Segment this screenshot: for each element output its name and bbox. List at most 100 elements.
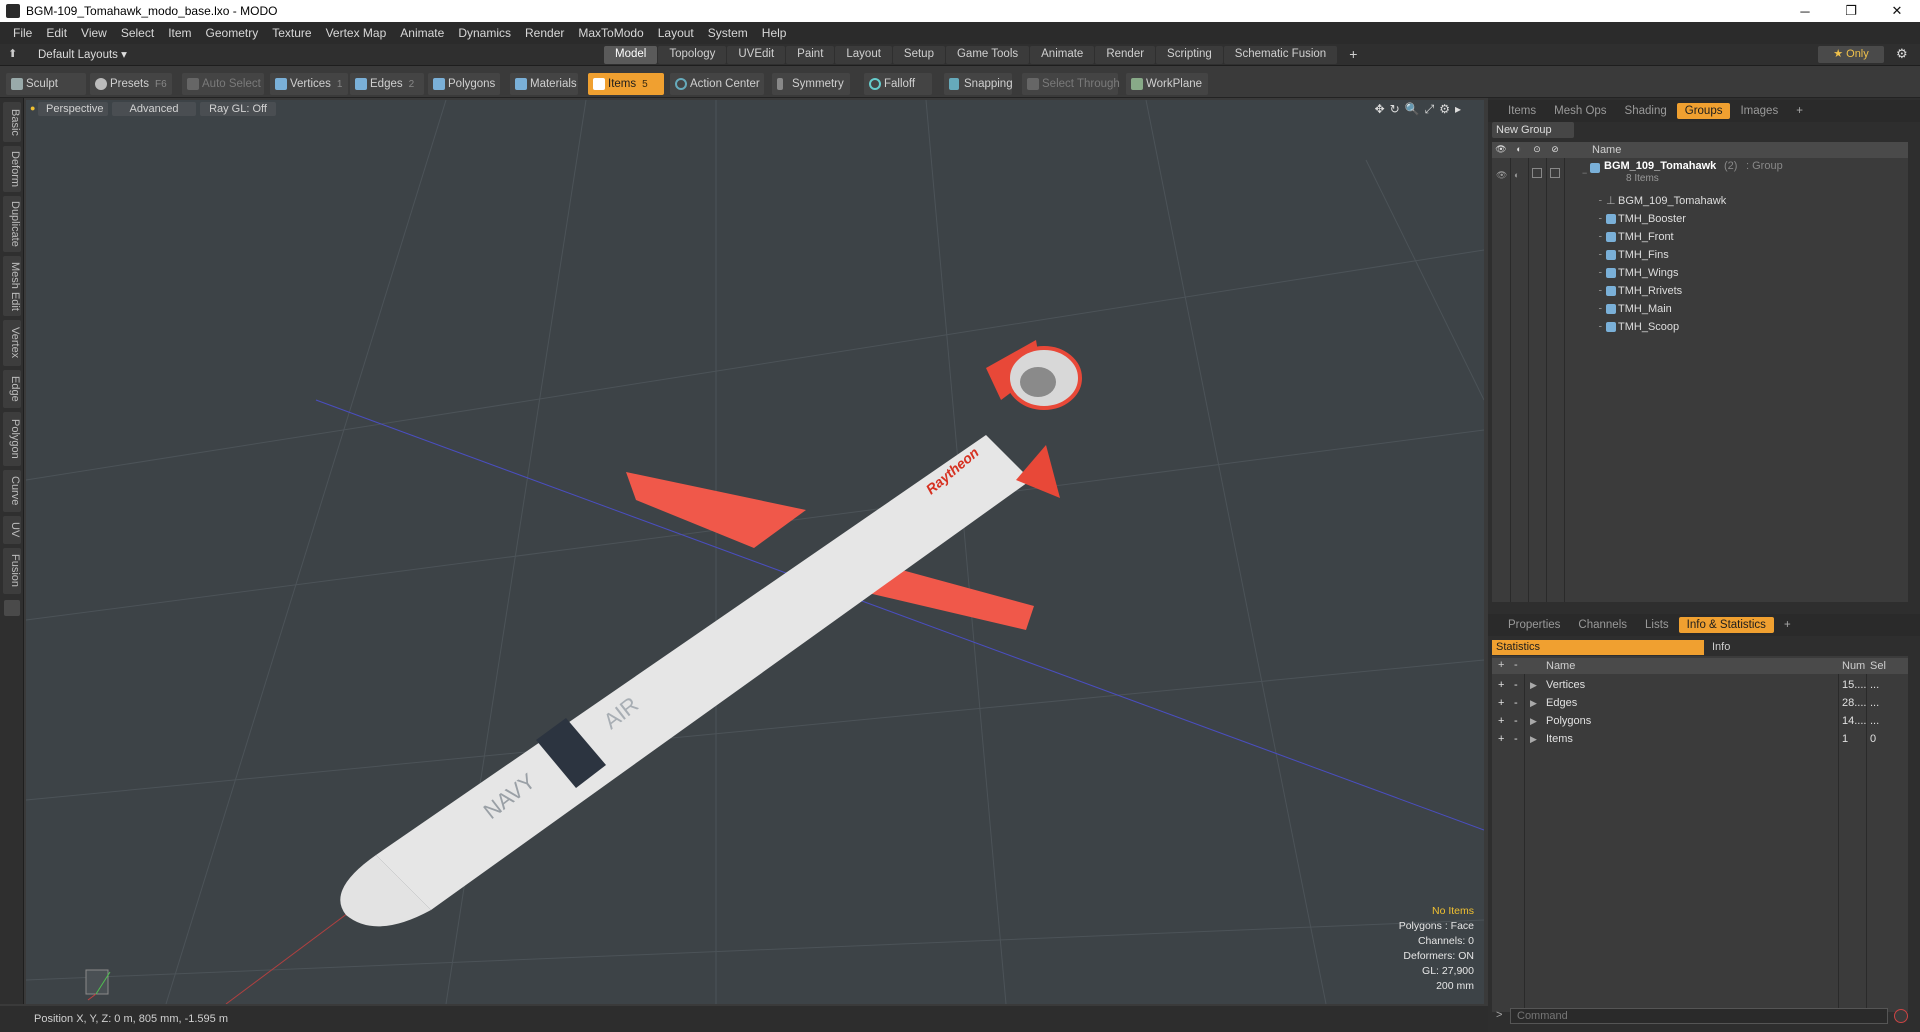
tomahawk-missile-model[interactable]: Raytheon NAVY AIR bbox=[340, 340, 1082, 927]
tab-mesh-ops[interactable]: Mesh Ops bbox=[1546, 103, 1614, 119]
group-item-row[interactable]: ⁃ TMH_Wings bbox=[1492, 264, 1908, 282]
group-item-row[interactable]: ⁃ TMH_Rrivets bbox=[1492, 282, 1908, 300]
menu-layout[interactable]: Layout bbox=[651, 26, 701, 40]
menu-render[interactable]: Render bbox=[518, 26, 571, 40]
group-select-checkbox[interactable] bbox=[1550, 168, 1560, 178]
tab-setup[interactable]: Setup bbox=[892, 46, 945, 64]
lock-column-icon[interactable]: ⊙ bbox=[1530, 144, 1544, 156]
remove-icon[interactable]: - bbox=[1514, 730, 1518, 748]
stats-row[interactable]: + - ▶ Edges 28.... ... bbox=[1492, 694, 1908, 712]
add-panel-tab-icon[interactable]: + bbox=[1788, 103, 1811, 119]
stats-row[interactable]: + - ▶ Vertices 15.... ... bbox=[1492, 676, 1908, 694]
tab-schematic-fusion[interactable]: Schematic Fusion bbox=[1223, 46, 1338, 64]
menu-geometry[interactable]: Geometry bbox=[199, 26, 266, 40]
auto-select-button[interactable]: Auto Select bbox=[182, 73, 264, 95]
tab-game-tools[interactable]: Game Tools bbox=[945, 46, 1030, 64]
record-macro-icon[interactable] bbox=[1894, 1009, 1908, 1023]
command-input[interactable] bbox=[1510, 1008, 1888, 1024]
visibility-column-eye-icon[interactable]: 👁 bbox=[1494, 144, 1508, 156]
expand-icon[interactable]: ▶ bbox=[1530, 730, 1537, 748]
snapping-button[interactable]: Snapping bbox=[944, 73, 1013, 95]
menu-vertex-map[interactable]: Vertex Map bbox=[319, 26, 394, 40]
sculpt-button[interactable]: Sculpt bbox=[6, 73, 86, 95]
group-render-icon[interactable]: ◐ bbox=[1514, 166, 1519, 184]
tab-uvedit[interactable]: UVEdit bbox=[727, 46, 786, 64]
remove-icon[interactable]: - bbox=[1514, 694, 1518, 712]
lefttab-polygon[interactable]: Polygon bbox=[3, 412, 21, 466]
expand-icon[interactable]: ▶ bbox=[1530, 712, 1537, 730]
menu-animate[interactable]: Animate bbox=[393, 26, 451, 40]
add-icon[interactable]: + bbox=[1498, 730, 1504, 748]
items-button[interactable]: Items 5 bbox=[588, 73, 664, 95]
only-toggle[interactable]: ★ Only bbox=[1818, 46, 1884, 63]
menu-edit[interactable]: Edit bbox=[39, 26, 74, 40]
add-tab-plus-icon[interactable]: + bbox=[1338, 46, 1368, 64]
group-visibility-eye-icon[interactable]: 👁 bbox=[1496, 166, 1507, 184]
3d-viewport[interactable]: Raytheon NAVY AIR ● Perspective Advanced… bbox=[26, 100, 1484, 1004]
lefttab-edge[interactable]: Edge bbox=[3, 370, 21, 408]
expand-icon[interactable]: ▶ bbox=[1530, 694, 1537, 712]
select-column-icon[interactable]: ⊘ bbox=[1548, 144, 1562, 156]
tab-images[interactable]: Images bbox=[1732, 103, 1786, 119]
tab-properties[interactable]: Properties bbox=[1500, 617, 1568, 633]
tab-topology[interactable]: Topology bbox=[658, 46, 727, 64]
lefttab-mesh-edit[interactable]: Mesh Edit bbox=[3, 256, 21, 316]
materials-button[interactable]: Materials bbox=[510, 73, 578, 95]
group-item-row[interactable]: ⁃ TMH_Scoop bbox=[1492, 318, 1908, 336]
menu-dynamics[interactable]: Dynamics bbox=[451, 26, 518, 40]
group-item-row[interactable]: ⁃ TMH_Booster bbox=[1492, 210, 1908, 228]
tab-animate[interactable]: Animate bbox=[1030, 46, 1095, 64]
group-item-row[interactable]: ⁃ TMH_Main bbox=[1492, 300, 1908, 318]
lefttab-uv[interactable]: UV bbox=[3, 516, 21, 544]
stats-row[interactable]: + - ▶ Polygons 14.... ... bbox=[1492, 712, 1908, 730]
collapse-all-icon[interactable]: - bbox=[1514, 659, 1518, 671]
edges-button[interactable]: Edges 2 bbox=[350, 73, 424, 95]
group-lock-checkbox[interactable] bbox=[1532, 168, 1542, 178]
menu-item[interactable]: Item bbox=[161, 26, 198, 40]
remove-icon[interactable]: - bbox=[1514, 712, 1518, 730]
raygl-dropdown[interactable]: Ray GL: Off bbox=[200, 102, 276, 116]
menu-file[interactable]: File bbox=[6, 26, 39, 40]
subtab-statistics[interactable]: Statistics bbox=[1492, 640, 1704, 655]
menu-help[interactable]: Help bbox=[755, 26, 794, 40]
group-expand-icon[interactable]: − bbox=[1582, 164, 1587, 182]
group-item-row[interactable]: ⁃ ⊥ BGM_109_Tomahawk bbox=[1492, 192, 1908, 210]
tab-lists[interactable]: Lists bbox=[1637, 617, 1677, 633]
add-icon[interactable]: + bbox=[1498, 676, 1504, 694]
tab-shading[interactable]: Shading bbox=[1617, 103, 1675, 119]
lefttab-deform[interactable]: Deform bbox=[3, 146, 21, 192]
subtab-info[interactable]: Info bbox=[1708, 640, 1908, 655]
workplane-button[interactable]: WorkPlane bbox=[1126, 73, 1208, 95]
menu-maxtomodo[interactable]: MaxToModo bbox=[571, 26, 650, 40]
tab-scripting[interactable]: Scripting bbox=[1156, 46, 1223, 64]
stats-row[interactable]: + - ▶ Items 1 0 bbox=[1492, 730, 1908, 748]
group-row[interactable]: 👁 ◐ − BGM_109_Tomahawk (2) : Group 8 Ite… bbox=[1492, 160, 1908, 190]
expand-icon[interactable]: ▶ bbox=[1530, 676, 1537, 694]
render-column-icon[interactable]: ◐ bbox=[1512, 144, 1526, 156]
tab-channels[interactable]: Channels bbox=[1570, 617, 1635, 633]
group-item-row[interactable]: ⁃ TMH_Front bbox=[1492, 228, 1908, 246]
lefttab-vertex[interactable]: Vertex bbox=[3, 320, 21, 366]
lefttab-toggle-button[interactable] bbox=[4, 600, 20, 616]
perspective-dropdown[interactable]: Perspective bbox=[38, 102, 108, 116]
layout-arrow-icon[interactable]: ⬆ bbox=[8, 47, 17, 60]
add-panel-tab-icon[interactable]: + bbox=[1776, 617, 1799, 633]
tab-layout[interactable]: Layout bbox=[835, 46, 892, 64]
lefttab-fusion[interactable]: Fusion bbox=[3, 548, 21, 594]
default-layouts-dropdown[interactable]: Default Layouts ▾ bbox=[38, 47, 127, 61]
add-icon[interactable]: + bbox=[1498, 712, 1504, 730]
tab-items[interactable]: Items bbox=[1500, 103, 1544, 119]
group-item-row[interactable]: ⁃ TMH_Fins bbox=[1492, 246, 1908, 264]
vertices-button[interactable]: Vertices 1 bbox=[270, 73, 348, 95]
lefttab-curve[interactable]: Curve bbox=[3, 470, 21, 512]
menu-select[interactable]: Select bbox=[114, 26, 161, 40]
menu-view[interactable]: View bbox=[74, 26, 114, 40]
gear-icon[interactable]: ⚙ bbox=[1896, 46, 1908, 62]
menu-system[interactable]: System bbox=[701, 26, 755, 40]
tab-info-statistics[interactable]: Info & Statistics bbox=[1678, 617, 1774, 633]
select-through-button[interactable]: Select Through bbox=[1022, 73, 1120, 95]
menu-texture[interactable]: Texture bbox=[265, 26, 318, 40]
tab-render[interactable]: Render bbox=[1095, 46, 1156, 64]
advanced-dropdown[interactable]: Advanced bbox=[112, 102, 196, 116]
viewport-nav-icons[interactable]: ✥↻🔍⤢⚙▸ bbox=[1375, 102, 1466, 117]
